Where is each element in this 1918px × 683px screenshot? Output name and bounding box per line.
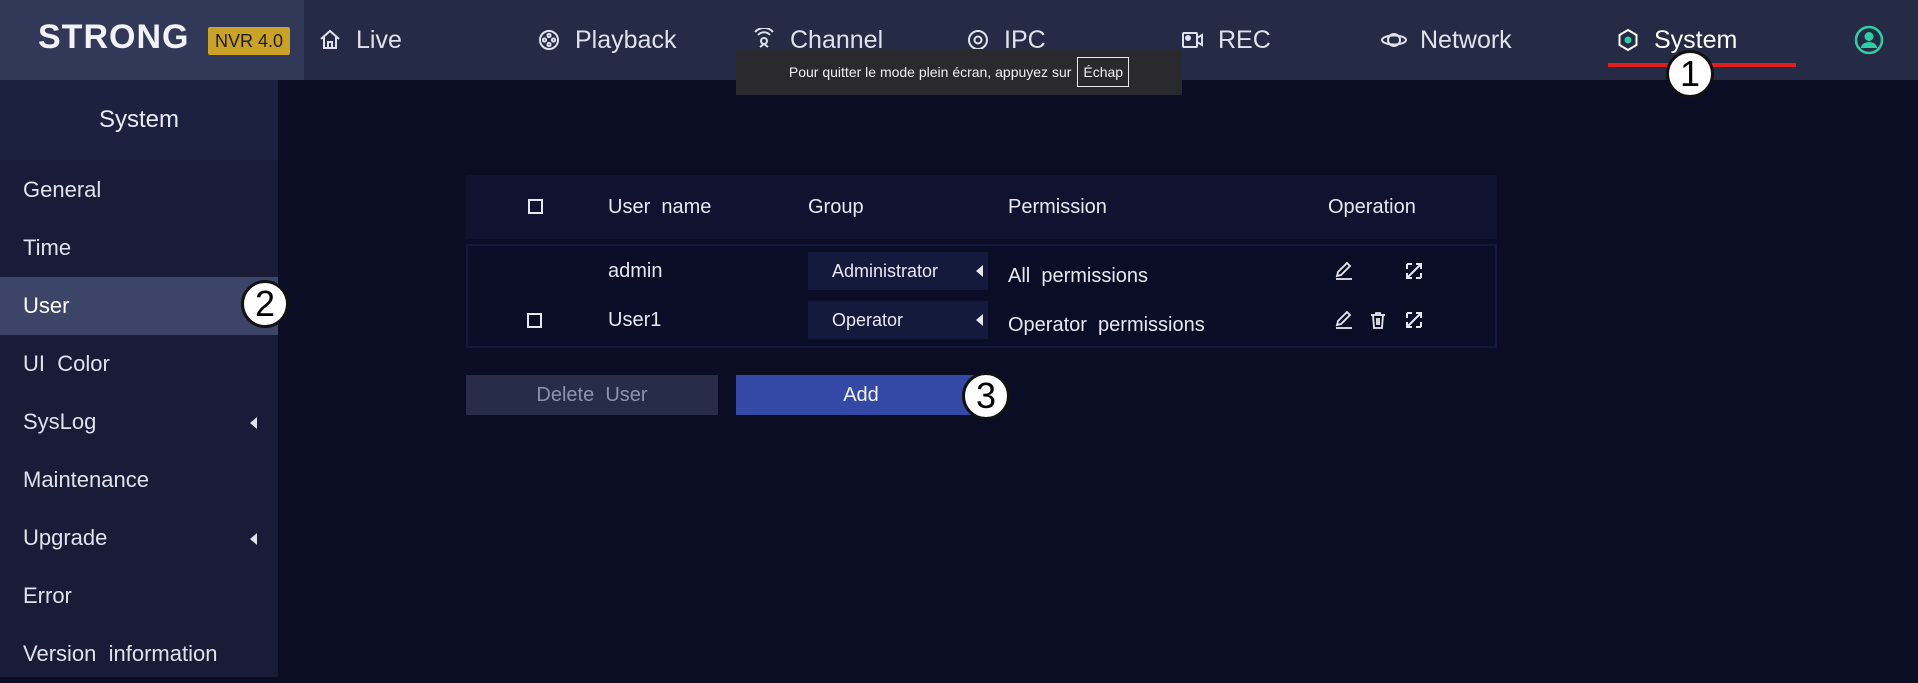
permission-settings-icon[interactable] [1404, 310, 1424, 330]
sidebar-item-maintenance[interactable]: Maintenance [0, 451, 278, 509]
step-marker-3: 3 [962, 372, 1010, 420]
edit-icon[interactable] [1334, 310, 1354, 330]
header-permission: Permission [1008, 195, 1107, 218]
add-user-button[interactable]: Add [736, 375, 986, 415]
group-select-user1[interactable]: Operator [808, 301, 988, 339]
brand-logo: STRONG [38, 18, 190, 56]
sidebar-item-user[interactable]: User [0, 277, 278, 335]
nav-item-label: Playback [575, 25, 677, 54]
row-checkbox-user1[interactable] [527, 313, 542, 328]
sidebar-title: System [0, 80, 278, 160]
version-badge: NVR 4.0 [208, 27, 291, 55]
toast-text: Pour quitter le mode plein écran, appuye… [788, 64, 1072, 80]
nav-item-label: REC [1218, 25, 1271, 54]
header-username: User name [608, 195, 712, 218]
sidebar: System General Time User UI Color SysLog… [0, 80, 278, 677]
nav-item-network[interactable]: Network [1380, 0, 1512, 80]
sidebar-item-label: Version information [23, 641, 218, 666]
sidebar-item-general[interactable]: General [0, 161, 278, 219]
sidebar-item-time[interactable]: Time [0, 219, 278, 277]
sidebar-item-label: Maintenance [23, 467, 149, 492]
add-user-label: Add [843, 383, 879, 406]
edit-icon[interactable] [1334, 261, 1354, 281]
nav-item-label: Live [356, 25, 402, 54]
nav-item-rec[interactable]: REC [1178, 0, 1271, 80]
playback-reel-icon [535, 26, 563, 54]
sidebar-item-upgrade[interactable]: Upgrade [0, 509, 278, 567]
home-icon [316, 26, 344, 54]
row-permission: Operator permissions [1008, 314, 1205, 336]
submenu-arrow-icon [250, 417, 257, 429]
sidebar-item-label: Upgrade [23, 525, 108, 550]
sidebar-item-label: User [23, 293, 70, 318]
delete-user-button[interactable]: Delete User [466, 375, 718, 415]
row-username: admin [608, 260, 663, 282]
sidebar-item-error[interactable]: Error [0, 567, 278, 625]
user-table-header: User name Group Permission Operation [466, 175, 1497, 239]
select-arrow-icon [976, 265, 983, 277]
sidebar-item-label: General [23, 177, 102, 202]
group-select-value: Administrator [832, 260, 939, 281]
user-account-icon[interactable] [1853, 24, 1885, 56]
sidebar-item-syslog[interactable]: SysLog [0, 393, 278, 451]
group-select-admin[interactable]: Administrator [808, 252, 988, 290]
step-marker-2: 2 [241, 280, 289, 328]
toast-key: Échap [1077, 57, 1130, 87]
header-operation: Operation [1328, 195, 1416, 218]
nav-item-live[interactable]: Live [316, 0, 402, 80]
network-icon [1380, 26, 1408, 54]
header-group: Group [808, 195, 864, 218]
select-all-checkbox[interactable] [528, 199, 543, 214]
fullscreen-toast: Pour quitter le mode plein écran, appuye… [736, 49, 1182, 95]
row-permission: All permissions [1008, 265, 1149, 287]
sidebar-item-label: Time [23, 235, 72, 260]
sidebar-item-label: SysLog [23, 409, 97, 434]
sidebar-item-version-information[interactable]: Version information [0, 625, 278, 683]
brand-area: STRONG NVR 4.0 [0, 0, 304, 80]
submenu-arrow-icon [250, 533, 257, 545]
nav-item-playback[interactable]: Playback [535, 0, 676, 80]
delete-user-label: Delete User [536, 383, 648, 406]
group-select-value: Operator [832, 309, 904, 330]
sidebar-item-ui-color[interactable]: UI Color [0, 335, 278, 393]
nav-item-label: Network [1420, 25, 1512, 54]
row-username: User1 [608, 309, 662, 331]
system-hexagon-icon [1614, 26, 1642, 54]
select-arrow-icon [976, 314, 983, 326]
record-icon [1178, 26, 1206, 54]
sidebar-item-label: UI Color [23, 351, 110, 376]
sidebar-item-label: Error [23, 583, 72, 608]
delete-icon[interactable] [1368, 310, 1388, 330]
step-marker-1: 1 [1666, 50, 1714, 98]
permission-settings-icon[interactable] [1404, 261, 1424, 281]
